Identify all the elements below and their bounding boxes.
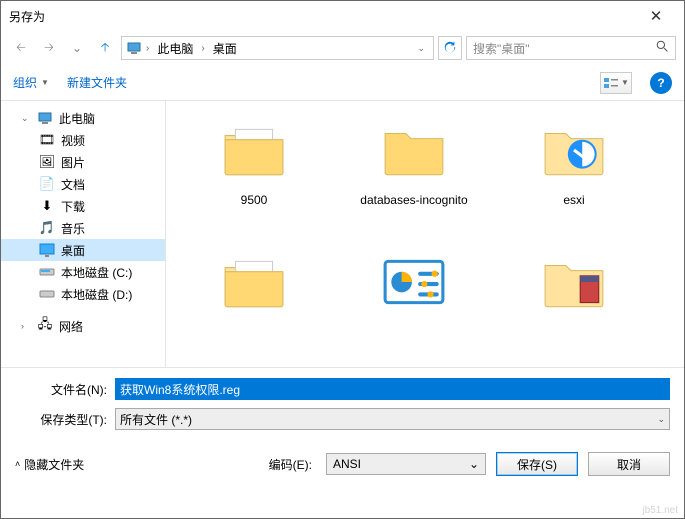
- tree-item-music[interactable]: 🎵音乐: [1, 217, 165, 239]
- pc-icon: [37, 110, 53, 126]
- refresh-button[interactable]: [438, 36, 462, 60]
- app-icon: [375, 243, 453, 321]
- close-button[interactable]: ✕: [636, 7, 676, 25]
- file-item[interactable]: [174, 243, 334, 367]
- file-item[interactable]: databases-incognito: [334, 111, 494, 235]
- folder-icon: [535, 111, 613, 189]
- tree-item-videos[interactable]: 🎞视频: [1, 129, 165, 151]
- chevron-down-icon: ▼: [41, 78, 49, 87]
- folder-icon: [535, 243, 613, 321]
- up-button[interactable]: 🡡: [93, 36, 117, 60]
- file-item[interactable]: [494, 243, 654, 367]
- disk-icon: [39, 286, 55, 302]
- breadcrumb-seg-desktop[interactable]: 桌面: [209, 40, 241, 57]
- folder-icon: [375, 111, 453, 189]
- watermark: jb51.net: [642, 505, 678, 516]
- tree-item-desktop[interactable]: 桌面: [1, 239, 165, 261]
- recent-dropdown[interactable]: ⌄: [65, 36, 89, 60]
- folder-icon: [215, 243, 293, 321]
- navigation-bar: 🡠 🡢 ⌄ 🡡 › 此电脑 › 桌面 ⌄ 搜索"桌面": [1, 31, 684, 65]
- caret-icon: ⌄: [21, 113, 31, 124]
- chevron-right-icon: ›: [144, 43, 151, 54]
- file-item[interactable]: 9500: [174, 111, 334, 235]
- file-list[interactable]: 9500 databases-incognito esxi: [166, 101, 684, 367]
- save-button[interactable]: 保存(S): [496, 452, 578, 476]
- folder-tree[interactable]: ⌄ 此电脑 🎞视频 🖼图片 📄文档 ⬇下载 🎵音乐 桌面 本地磁盘 (C:) 本…: [1, 101, 166, 367]
- disk-icon: [39, 264, 55, 280]
- encoding-select[interactable]: ANSI ⌄: [326, 453, 486, 475]
- search-placeholder: 搜索"桌面": [473, 40, 656, 57]
- tree-this-pc[interactable]: ⌄ 此电脑: [1, 107, 165, 129]
- encoding-label: 编码(E):: [269, 456, 316, 473]
- window-title: 另存为: [9, 8, 636, 25]
- search-box[interactable]: 搜索"桌面": [466, 36, 676, 60]
- folder-icon: [215, 111, 293, 189]
- pc-icon: [126, 40, 142, 56]
- breadcrumb-dropdown[interactable]: ⌄: [413, 43, 429, 54]
- filename-label: 文件名(N):: [15, 381, 115, 398]
- file-item[interactable]: esxi: [494, 111, 654, 235]
- toolbar: 组织 ▼ 新建文件夹 ▼ ?: [1, 65, 684, 101]
- titlebar: 另存为 ✕: [1, 1, 684, 31]
- desktop-icon: [39, 242, 55, 258]
- tree-item-disk-c[interactable]: 本地磁盘 (C:): [1, 261, 165, 283]
- tree-item-disk-d[interactable]: 本地磁盘 (D:): [1, 283, 165, 305]
- breadcrumb[interactable]: › 此电脑 › 桌面 ⌄: [121, 36, 434, 60]
- main-area: ⌄ 此电脑 🎞视频 🖼图片 📄文档 ⬇下载 🎵音乐 桌面 本地磁盘 (C:) 本…: [1, 101, 684, 367]
- savetype-label: 保存类型(T):: [15, 411, 115, 428]
- help-button[interactable]: ?: [650, 72, 672, 94]
- forward-button[interactable]: 🡢: [37, 36, 61, 60]
- caret-up-icon: ˄: [15, 459, 20, 469]
- tree-item-documents[interactable]: 📄文档: [1, 173, 165, 195]
- savetype-select[interactable]: 所有文件 (*.*) ⌄: [115, 408, 670, 430]
- cancel-button[interactable]: 取消: [588, 452, 670, 476]
- chevron-down-icon: ▼: [621, 78, 629, 87]
- network-icon: 🖧: [37, 318, 53, 334]
- new-folder-button[interactable]: 新建文件夹: [67, 74, 127, 91]
- view-mode-button[interactable]: ▼: [600, 72, 632, 94]
- filename-input[interactable]: [115, 378, 670, 400]
- download-icon: ⬇: [39, 198, 55, 214]
- music-icon: 🎵: [39, 220, 55, 236]
- caret-icon: ›: [21, 321, 31, 331]
- save-form: 文件名(N): 保存类型(T): 所有文件 (*.*) ⌄: [1, 367, 684, 444]
- chevron-down-icon: ⌄: [657, 414, 665, 425]
- tree-item-pictures[interactable]: 🖼图片: [1, 151, 165, 173]
- document-icon: 📄: [39, 176, 55, 192]
- pictures-icon: 🖼: [39, 154, 55, 170]
- hide-folders-toggle[interactable]: ˄ 隐藏文件夹: [15, 456, 84, 473]
- back-button[interactable]: 🡠: [9, 36, 33, 60]
- tree-item-downloads[interactable]: ⬇下载: [1, 195, 165, 217]
- tree-network[interactable]: › 🖧 网络: [1, 315, 165, 337]
- video-icon: 🎞: [39, 132, 55, 148]
- footer: ˄ 隐藏文件夹 编码(E): ANSI ⌄ 保存(S) 取消: [1, 444, 684, 484]
- chevron-down-icon: ⌄: [469, 457, 479, 471]
- chevron-right-icon: ›: [199, 43, 206, 54]
- breadcrumb-seg-pc[interactable]: 此电脑: [153, 40, 197, 57]
- search-icon: [656, 40, 669, 56]
- organize-menu[interactable]: 组织 ▼: [13, 74, 49, 91]
- file-item[interactable]: [334, 243, 494, 367]
